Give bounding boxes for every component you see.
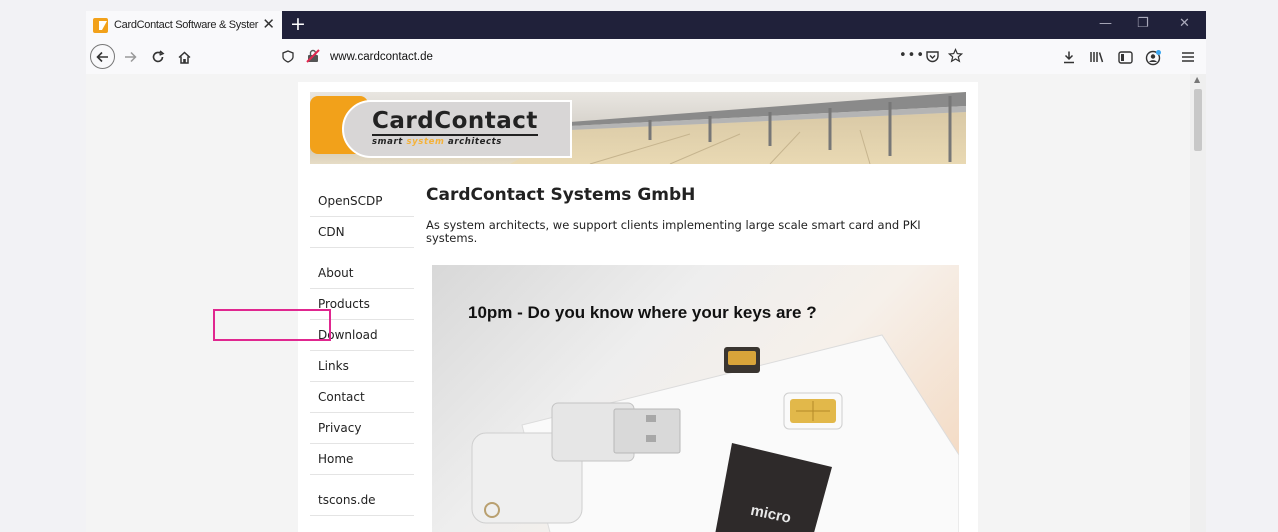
close-window-icon[interactable]: ✕ [1179, 15, 1190, 33]
insecure-lock-icon[interactable] [306, 48, 320, 67]
nav-item-cdn[interactable]: CDN [310, 217, 414, 248]
new-tab-icon[interactable]: + [290, 13, 306, 35]
reload-icon[interactable] [148, 46, 168, 68]
library-icon[interactable] [1086, 46, 1108, 68]
minimize-icon[interactable]: — [1099, 15, 1112, 33]
tab-close-icon[interactable]: ✕ [262, 16, 275, 32]
bookmark-star-icon[interactable] [947, 48, 964, 67]
tab-strip: CardContact Software & Syster ✕ + — ❐ ✕ [86, 11, 1206, 39]
tagline-word-1: smart [372, 137, 403, 147]
nav-item-openscdp[interactable]: OpenSCDP [310, 186, 414, 217]
hero-image: micro 10pm - Do you know where your keys… [432, 265, 959, 532]
header-banner: CardContact smart system architects [310, 92, 966, 164]
download-highlight-box [213, 309, 331, 341]
navigation-toolbar: www.cardcontact.de ••• [86, 39, 1206, 74]
forward-arrow-icon[interactable] [120, 46, 140, 68]
vertical-scrollbar[interactable]: ▲ [1190, 74, 1206, 532]
pocket-icon[interactable] [925, 49, 940, 68]
cardcontact-page: CardContact smart system architects Open… [298, 82, 978, 532]
nav-item-links[interactable]: Links [310, 351, 414, 382]
tab-cardcontact[interactable]: CardContact Software & Syster ✕ [86, 11, 282, 39]
page-actions-icon[interactable]: ••• [899, 48, 925, 63]
hero-caption: 10pm - Do you know where your keys are ? [468, 303, 817, 322]
account-icon[interactable] [1141, 46, 1165, 68]
nav-item-home[interactable]: Home [310, 444, 414, 475]
tab-title: CardContact Software & Syster [114, 19, 259, 31]
page-description: As system architects, we support clients… [426, 218, 921, 245]
page-title: CardContact Systems GmbH [426, 185, 696, 205]
url-text[interactable]: www.cardcontact.de [330, 51, 433, 63]
home-icon[interactable] [174, 46, 194, 68]
shield-icon[interactable] [282, 48, 294, 67]
scroll-up-arrow-icon[interactable]: ▲ [1194, 75, 1200, 84]
bridge-image [510, 92, 966, 164]
logo-tagline: smart system architects [372, 137, 502, 147]
download-icon[interactable] [1059, 46, 1079, 68]
back-arrow-icon[interactable] [90, 44, 115, 69]
left-navigation: OpenSCDP CDN About Products Download Lin… [310, 186, 414, 516]
url-bar[interactable]: www.cardcontact.de ••• [282, 44, 972, 70]
logo-wordmark[interactable]: CardContact [372, 108, 538, 136]
nav-item-privacy[interactable]: Privacy [310, 413, 414, 444]
nav-item-contact[interactable]: Contact [310, 382, 414, 413]
restore-icon[interactable]: ❐ [1137, 15, 1149, 33]
hamburger-menu-icon[interactable] [1178, 46, 1198, 68]
browser-window: CardContact Software & Syster ✕ + — ❐ ✕ [86, 11, 1206, 532]
nav-separator [310, 475, 414, 485]
sidebar-icon[interactable] [1114, 46, 1136, 68]
page-viewport: CardContact smart system architects Open… [86, 74, 1206, 532]
nav-item-about[interactable]: About [310, 258, 414, 289]
tagline-word-3: architects [448, 137, 502, 147]
logo-name: CardContact [372, 108, 538, 136]
cardcontact-favicon-icon [93, 17, 108, 33]
scrollbar-thumb[interactable] [1194, 89, 1202, 151]
nav-item-tscons[interactable]: tscons.de [310, 485, 414, 516]
nav-separator [310, 248, 414, 258]
tagline-word-2: system [406, 137, 445, 147]
